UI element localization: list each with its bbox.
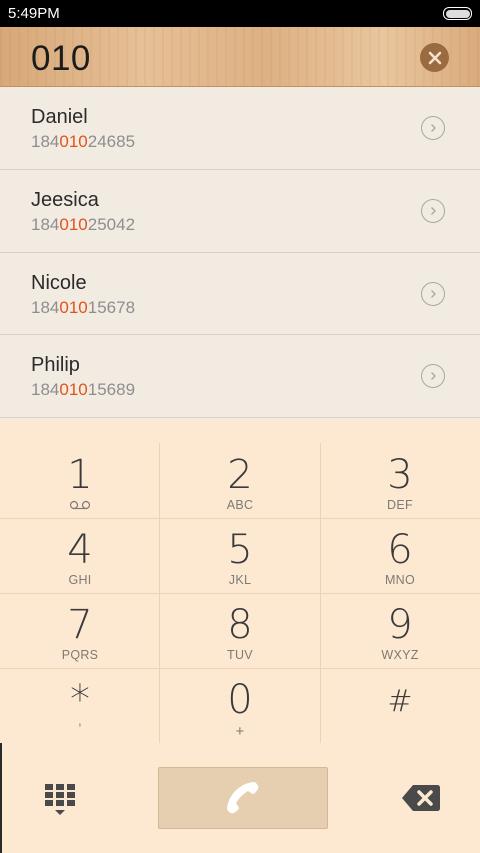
voicemail-icon [69,500,91,510]
contact-number: 18401024685 [31,132,136,151]
number-match-highlight: 010 [59,297,88,317]
key-4[interactable]: 4 GHI [0,518,160,593]
chevron-right-icon [431,124,436,132]
key-2[interactable]: 2 ABC [160,443,320,518]
contact-detail-button[interactable] [421,364,445,389]
backspace-button[interactable] [401,783,441,813]
key-8[interactable]: 8 TUV [160,593,320,668]
contact-detail-button[interactable] [421,116,445,140]
key-5[interactable]: 5 JKL [160,518,320,593]
contact-row[interactable]: Jeesica 18401025042 [0,170,480,253]
contact-name: Jeesica [31,188,99,211]
dialer-action-bar [0,743,480,853]
key-9[interactable]: 9 WXYZ [320,593,480,668]
close-icon [428,51,441,64]
key-0[interactable]: 0 + [160,668,320,743]
contact-detail-button[interactable] [421,281,445,306]
contact-detail-button[interactable] [421,198,445,223]
key-7[interactable]: 7 PQRS [0,593,160,668]
chevron-right-icon [431,289,436,298]
contact-number: 18401015689 [31,380,136,400]
call-button[interactable] [158,767,328,829]
chevron-right-icon [431,206,436,215]
dialed-number[interactable]: 010 [31,39,91,79]
contact-row[interactable]: Philip 18401015689 [0,335,480,418]
dialpad-toggle-button[interactable] [40,780,80,820]
dialpad: 1 2 ABC 3 DEF 4 GHI 5 JKL 6 MNO 7 PQRS 8… [0,423,480,743]
contact-row[interactable]: Nicole 18401015678 [0,253,480,336]
clear-input-button[interactable] [420,43,449,72]
key-1[interactable]: 1 [0,443,160,518]
contact-number: 18401015678 [31,297,136,317]
phone-handset-icon [227,782,259,814]
battery-icon [443,7,472,20]
key-hash[interactable]: # [320,668,480,743]
contact-name: Philip [31,354,80,377]
number-match-highlight: 010 [59,132,88,151]
key-6[interactable]: 6 MNO [320,518,480,593]
contact-name: Daniel [31,106,88,128]
contact-name: Nicole [31,271,87,294]
contact-results-list: Daniel 18401024685 Jeesica 18401025042 N… [0,87,480,418]
chevron-right-icon [431,372,436,381]
status-bar: 5:49PM [0,0,480,27]
backspace-icon [402,785,440,811]
number-match-highlight: 010 [59,214,88,234]
contact-number: 18401025042 [31,214,136,234]
contact-row[interactable]: Daniel 18401024685 [0,87,480,170]
number-match-highlight: 010 [59,380,88,400]
key-star[interactable]: * , [0,668,160,743]
dialer-input-bar: 010 [0,27,480,87]
dialpad-grid-icon [45,784,75,815]
status-time: 5:49PM [8,5,60,22]
key-3[interactable]: 3 DEF [320,443,480,518]
